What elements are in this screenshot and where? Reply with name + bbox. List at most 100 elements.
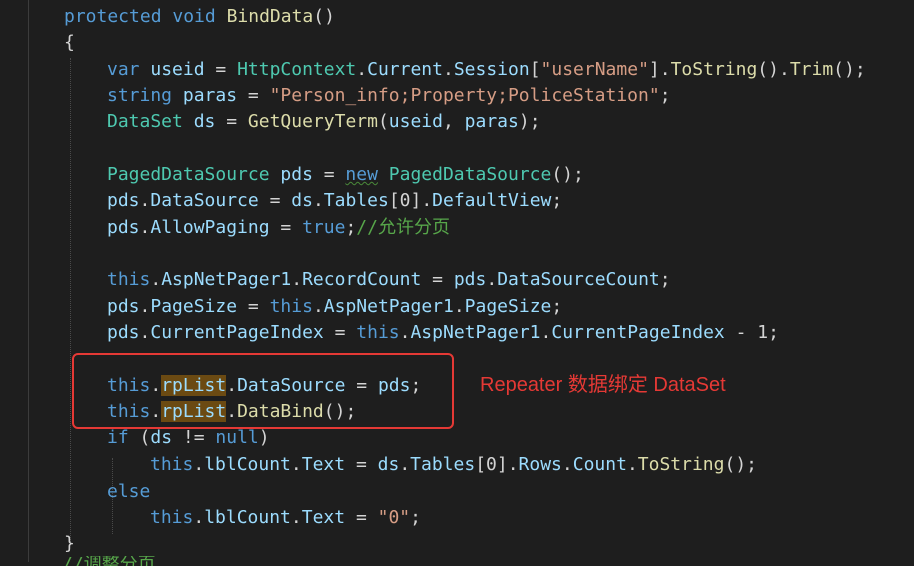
code-token: [0]. <box>388 190 433 211</box>
code-token: ds <box>377 454 400 475</box>
code-line[interactable]: pds.PageSize = this.AspNetPager1.PageSiz… <box>107 295 562 319</box>
code-token: . <box>312 296 324 317</box>
code-line[interactable]: this.AspNetPager1.RecordCount = pds.Data… <box>107 268 671 292</box>
code-token: string <box>107 85 183 106</box>
code-token: = <box>345 507 378 528</box>
code-token: DefaultView <box>432 190 552 211</box>
code-token: [ <box>529 59 541 80</box>
code-token: = <box>258 190 292 211</box>
code-token: DataSourceCount <box>497 269 660 290</box>
code-line[interactable]: pds.DataSource = ds.Tables[0].DefaultVie… <box>107 189 562 213</box>
code-token: PagedDataSource <box>107 164 281 185</box>
code-line[interactable]: pds.CurrentPageIndex = this.AspNetPager1… <box>107 321 779 345</box>
code-token: != <box>172 427 216 448</box>
code-token: AspNetPager1 <box>410 322 541 343</box>
code-line[interactable]: this.lblCount.Text = "0"; <box>150 506 421 530</box>
code-token: ; <box>345 217 357 238</box>
code-line[interactable]: { <box>64 31 75 55</box>
code-token: . <box>291 269 303 290</box>
code-token: Text <box>301 507 346 528</box>
code-token: var <box>107 59 151 80</box>
code-token: //允许分页 <box>356 217 450 238</box>
code-token: { <box>64 32 75 53</box>
code-token: this <box>150 454 194 475</box>
code-editor[interactable]: protected void BindData() { var useid = Ht… <box>0 0 914 566</box>
code-token: useid <box>150 59 205 80</box>
code-token: DataSet <box>107 111 194 132</box>
code-token: ToString <box>637 454 725 475</box>
code-token: ( <box>128 427 151 448</box>
cut-off-comment: //调整分页 <box>62 556 156 566</box>
code-token: BindData <box>226 6 314 27</box>
code-line[interactable]: var useid = HttpContext.Current.Session[… <box>107 58 866 82</box>
annotation-label: Repeater 数据绑定 DataSet <box>480 374 726 396</box>
code-line[interactable]: DataSet ds = GetQueryTerm(useid, paras); <box>107 110 541 134</box>
code-token: , <box>442 111 465 132</box>
code-token: useid <box>388 111 443 132</box>
code-token: AspNetPager1 <box>161 269 292 290</box>
code-token: ]. <box>648 59 671 80</box>
code-line[interactable]: string paras = "Person_info;Property;Pol… <box>107 84 671 108</box>
code-token: DataSource <box>150 190 259 211</box>
code-token: } <box>64 533 75 554</box>
code-token: - 1; <box>724 322 779 343</box>
code-token: CurrentPageIndex <box>150 322 324 343</box>
code-token: . <box>442 59 454 80</box>
code-token: "userName" <box>540 59 649 80</box>
code-token: PagedDataSource <box>388 164 552 185</box>
code-line[interactable]: PagedDataSource pds = new PagedDataSourc… <box>107 163 584 187</box>
code-line[interactable]: } <box>64 532 75 556</box>
code-token: pds <box>107 217 140 238</box>
code-token: ds <box>291 190 313 211</box>
code-line[interactable]: pds.AllowPaging = true;//允许分页 <box>107 216 450 240</box>
code-token: Text <box>301 454 346 475</box>
code-token: . <box>193 454 205 475</box>
code-token: (); <box>551 164 584 185</box>
code-token: this <box>107 269 151 290</box>
code-token: . <box>290 507 302 528</box>
code-token: Current <box>367 59 443 80</box>
code-token: . <box>626 454 638 475</box>
code-token: (). <box>757 59 790 80</box>
code-token: PageSize <box>464 296 552 317</box>
code-token: this <box>269 296 313 317</box>
code-token: . <box>139 217 151 238</box>
code-token: = <box>421 269 454 290</box>
code-token: ds <box>193 111 216 132</box>
code-line[interactable]: this.lblCount.Text = ds.Tables[0].Rows.C… <box>150 453 757 477</box>
code-token: ; <box>410 507 421 528</box>
code-token: Tables <box>323 190 389 211</box>
code-token: . <box>399 454 411 475</box>
code-line[interactable]: else <box>107 480 150 504</box>
code-token: ; <box>659 269 671 290</box>
code-token: ( <box>377 111 389 132</box>
indent-guide <box>70 58 71 544</box>
code-line[interactable]: if (ds != null) <box>107 426 270 450</box>
code-token: paras <box>464 111 519 132</box>
code-token: new <box>345 164 378 185</box>
code-token: = <box>323 322 357 343</box>
code-token: . <box>139 190 151 211</box>
code-token: ToString <box>670 59 758 80</box>
code-token: PageSize <box>150 296 238 317</box>
code-token: . <box>193 507 205 528</box>
code-token: = <box>215 111 248 132</box>
code-token: else <box>107 481 151 502</box>
code-token: = <box>204 59 238 80</box>
code-token: pds <box>107 296 140 317</box>
code-line[interactable]: protected void BindData() <box>64 5 335 29</box>
code-token: ds <box>150 427 173 448</box>
gutter-divider <box>28 0 29 562</box>
code-token: if <box>107 427 129 448</box>
code-token: (); <box>833 59 866 80</box>
code-token: pds <box>107 322 140 343</box>
code-token: GetQueryTerm <box>247 111 378 132</box>
code-token: RecordCount <box>302 269 422 290</box>
code-token: = <box>237 296 270 317</box>
code-token: ; <box>551 296 563 317</box>
code-token: this <box>356 322 400 343</box>
code-token: void <box>172 6 227 27</box>
code-token: pds <box>107 190 140 211</box>
code-token: protected <box>64 6 173 27</box>
